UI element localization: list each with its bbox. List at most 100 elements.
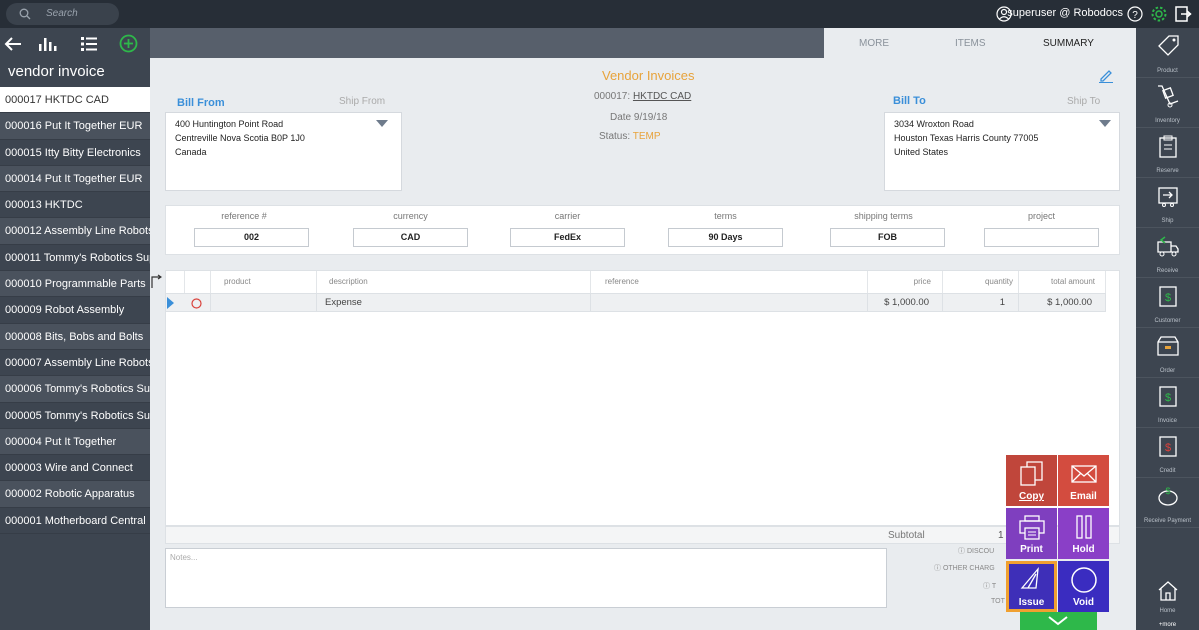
ship-to-label[interactable]: Ship To xyxy=(1067,96,1100,107)
user-label[interactable]: superuser @ Robodocs xyxy=(1007,7,1123,19)
tab-items[interactable]: ITEMS xyxy=(955,38,986,49)
tab-more[interactable]: MORE xyxy=(859,38,889,49)
chevron-down-icon xyxy=(1048,616,1068,626)
project-field[interactable] xyxy=(984,228,1099,247)
bill-from-address[interactable]: 400 Huntington Point Road Centreville No… xyxy=(165,112,402,191)
void-button[interactable]: Void xyxy=(1058,561,1109,612)
chart-icon[interactable] xyxy=(37,34,57,52)
svg-text:?: ? xyxy=(1132,10,1138,21)
list-icon[interactable] xyxy=(80,36,98,52)
list-item[interactable]: 000009 Robot Assembly xyxy=(0,297,150,324)
discount-label[interactable]: ⓘ DISCOU xyxy=(958,546,994,556)
email-button[interactable]: Email xyxy=(1058,455,1109,506)
nav-product[interactable]: Product xyxy=(1136,28,1199,78)
list-item[interactable]: 000014 Put It Together EUR xyxy=(0,165,150,193)
nav-inventory[interactable]: Inventory xyxy=(1136,78,1199,128)
list-item[interactable]: 000007 Assembly Line Robots xyxy=(0,350,150,377)
grid-header-description[interactable]: description xyxy=(317,271,591,293)
expand-icon[interactable] xyxy=(150,274,162,288)
grid-header-product[interactable]: product xyxy=(211,271,317,293)
box-icon xyxy=(1157,336,1179,356)
print-button[interactable]: Print xyxy=(1006,508,1057,559)
more-link[interactable]: +more xyxy=(1136,622,1199,628)
search-input[interactable]: Search xyxy=(6,3,119,25)
carrier-field[interactable]: FedEx xyxy=(510,228,625,247)
list-item[interactable]: 000010 Programmable Parts xyxy=(0,271,150,298)
grid-header-reference[interactable]: reference xyxy=(591,271,868,293)
status-circle-icon[interactable] xyxy=(191,298,202,309)
nav-order[interactable]: Order xyxy=(1136,328,1199,378)
nav-invoice[interactable]: $ Invoice xyxy=(1136,378,1199,428)
terms-field[interactable]: 90 Days xyxy=(668,228,783,247)
info-icon: ⓘ xyxy=(934,565,941,572)
shipping-terms-label: shipping terms xyxy=(854,211,913,221)
right-nav: Product Inventory Reserve Ship Receive $… xyxy=(1136,28,1199,630)
list-item[interactable]: 000012 Assembly Line Robots xyxy=(0,218,150,245)
tab-summary[interactable]: SUMMARY xyxy=(1043,38,1094,49)
bill-to-address[interactable]: 3034 Wroxton Road Houston Texas Harris C… xyxy=(884,112,1120,191)
print-label: Print xyxy=(1020,544,1043,555)
list-item[interactable]: 000017 HKTDC CAD xyxy=(0,87,150,114)
cell-total[interactable]: $ 1,000.00 xyxy=(1019,294,1106,312)
tax-label[interactable]: ⓘ T xyxy=(983,581,996,591)
search-icon xyxy=(19,8,31,20)
date-value[interactable]: 9/19/18 xyxy=(634,112,667,123)
cell-reference[interactable] xyxy=(591,294,868,312)
shipping-terms-field[interactable]: FOB xyxy=(830,228,945,247)
bill-from-label[interactable]: Bill From xyxy=(177,97,225,109)
list-item[interactable]: 000002 Robotic Apparatus xyxy=(0,481,150,508)
nav-credit[interactable]: $ Credit xyxy=(1136,428,1199,478)
list-item[interactable]: 000005 Tommy's Robotics Supply xyxy=(0,403,150,429)
nav-customer[interactable]: $ Customer xyxy=(1136,278,1199,328)
dropdown-arrow-icon[interactable] xyxy=(1099,120,1111,128)
list-toolbar xyxy=(0,28,150,60)
grid-header-price[interactable]: price xyxy=(868,271,943,293)
list-item[interactable]: 000001 Motherboard Central xyxy=(0,508,150,535)
cell-description[interactable]: Expense xyxy=(317,294,591,312)
list-item[interactable]: 000006 Tommy's Robotics Supply xyxy=(0,376,150,403)
list-item[interactable]: 000008 Bits, Bobs and Bolts xyxy=(0,323,150,350)
cell-price[interactable]: $ 1,000.00 xyxy=(868,294,943,312)
truck-icon xyxy=(1157,236,1179,257)
row-status-cell[interactable] xyxy=(185,294,211,312)
ship-from-label[interactable]: Ship From xyxy=(339,96,385,107)
logout-icon[interactable] xyxy=(1174,5,1192,23)
list-item[interactable]: 000011 Tommy's Robotics Supply xyxy=(0,245,150,272)
currency-field[interactable]: CAD xyxy=(353,228,468,247)
help-icon[interactable]: ? xyxy=(1127,6,1143,22)
bill-to-label[interactable]: Bill To xyxy=(893,95,926,107)
list-item[interactable]: 000004 Put It Together xyxy=(0,428,150,456)
settings-icon[interactable] xyxy=(1150,5,1168,23)
other-charges-label[interactable]: ⓘ OTHER CHARG xyxy=(934,563,995,573)
nav-reserve[interactable]: Reserve xyxy=(1136,128,1199,178)
invoice-number-link[interactable]: HKTDC CAD xyxy=(633,91,691,102)
nav-home[interactable]: Home +more xyxy=(1136,569,1199,630)
grid-header-total[interactable]: total amount xyxy=(1019,271,1106,293)
nav-ship[interactable]: Ship xyxy=(1136,178,1199,228)
invoice-fields: reference # 002 currency CAD carrier Fed… xyxy=(165,205,1120,255)
collapse-actions-button[interactable] xyxy=(1020,612,1097,630)
list-item[interactable]: 000016 Put It Together EUR xyxy=(0,113,150,140)
date-label: Date xyxy=(610,112,632,123)
home-label: Home xyxy=(1159,608,1176,614)
edit-icon[interactable] xyxy=(1098,67,1114,83)
dropdown-arrow-icon[interactable] xyxy=(376,120,388,128)
add-icon[interactable] xyxy=(119,34,138,53)
nav-receive[interactable]: Receive xyxy=(1136,228,1199,278)
grid-header-quantity[interactable]: quantity xyxy=(943,271,1019,293)
list-item[interactable]: 000003 Wire and Connect xyxy=(0,455,150,482)
cell-quantity[interactable]: 1 xyxy=(943,294,1019,312)
hold-button[interactable]: Hold xyxy=(1058,508,1109,559)
issue-button[interactable]: Issue xyxy=(1006,561,1057,612)
reference-field[interactable]: 002 xyxy=(194,228,309,247)
nav-receive-payment[interactable]: $ Receive Payment xyxy=(1136,478,1199,528)
grid-header-cell xyxy=(185,271,211,293)
copy-button[interactable]: Copy xyxy=(1006,455,1057,506)
list-item[interactable]: 000015 Itty Bitty Electronics xyxy=(0,140,150,166)
issue-label: Issue xyxy=(1018,597,1045,608)
table-row[interactable]: Expense $ 1,000.00 1 $ 1,000.00 xyxy=(166,293,1106,312)
back-arrow-icon[interactable] xyxy=(4,36,22,52)
list-item[interactable]: 000013 HKTDC xyxy=(0,192,150,219)
cell-product[interactable] xyxy=(211,294,317,312)
notes-field[interactable]: Notes... xyxy=(165,548,887,608)
